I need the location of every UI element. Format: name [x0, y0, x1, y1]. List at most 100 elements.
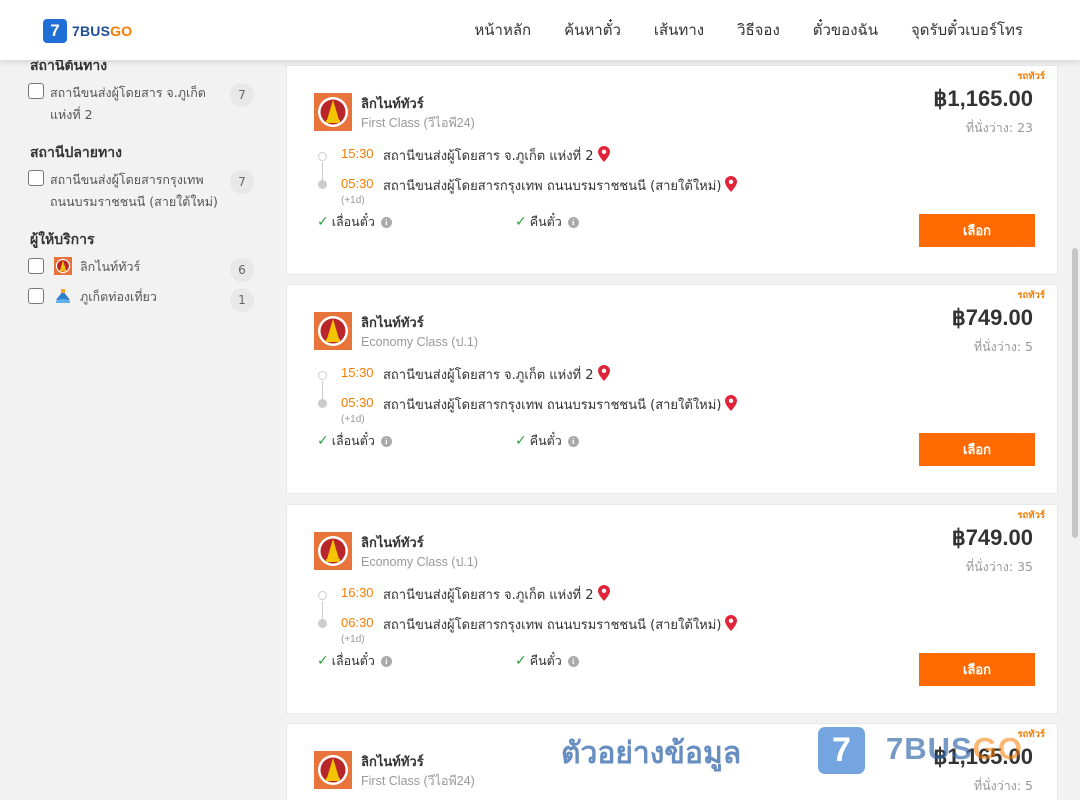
- select-trip-button[interactable]: เลือก: [919, 653, 1035, 686]
- departure-station: สถานีขนส่งผู้โดยสาร จ.ภูเก็ต แห่งที่ 2: [383, 145, 610, 166]
- info-icon[interactable]: i: [380, 655, 392, 667]
- operator-name: ลิกไนท์ทัวร์: [361, 316, 424, 331]
- refund-ticket-feature: ✓ คืนตั๋ว i: [515, 212, 579, 232]
- timeline-start-dot: [318, 591, 327, 600]
- arrival-station: สถานีขนส่งผู้โดยสารกรุงเทพ ถนนบรมราชชนนี…: [383, 614, 738, 635]
- timeline-end-dot: [318, 399, 327, 408]
- operator-name: ลิกไนท์ทัวร์: [361, 755, 424, 770]
- info-icon[interactable]: i: [567, 655, 579, 667]
- check-icon: ✓: [317, 433, 329, 449]
- check-icon: ✓: [515, 653, 527, 669]
- nav-routes[interactable]: เส้นทาง: [654, 18, 704, 42]
- operator-filter-option[interactable]: ภูเก็ตท่องเที่ยว 1: [28, 288, 254, 312]
- map-pin-icon[interactable]: [597, 585, 610, 601]
- change-ticket-feature: ✓ เลื่อนตั๋ว i: [317, 651, 392, 671]
- brand-logo-icon: 7: [43, 19, 67, 43]
- operator-filter-label: ลิกไนท์ทัวร์: [80, 259, 141, 274]
- day-offset: (+1d): [341, 634, 365, 645]
- departure-station: สถานีขนส่งผู้โดยสาร จ.ภูเก็ต แห่งที่ 2: [383, 364, 610, 385]
- check-icon: ✓: [317, 214, 329, 230]
- top-header: 7 7BUSGO หน้าหลัก ค้นหาตั๋ว เส้นทาง วิธี…: [0, 0, 1080, 60]
- lignite-tour-logo: [314, 312, 352, 350]
- arrival-time: 06:30: [341, 615, 374, 630]
- map-pin-icon[interactable]: [597, 365, 610, 381]
- origin-filter-checkbox[interactable]: [28, 83, 44, 99]
- info-icon[interactable]: i: [380, 216, 392, 228]
- operator-filter-label: ภูเก็ตท่องเที่ยว: [80, 289, 157, 304]
- trip-card: รถทัวร์ ลิกไนท์ทัวร์ First Class (วีไอพี…: [286, 65, 1058, 275]
- info-icon[interactable]: i: [567, 435, 579, 447]
- operator-filter-title: ผู้ให้บริการ: [30, 232, 95, 248]
- lignite-tour-logo: [54, 257, 72, 275]
- destination-filter-checkbox[interactable]: [28, 170, 44, 186]
- destination-filter-label: สถานีขนส่งผู้โดยสารกรุงเทพ ถนนบรมราชชนนี…: [50, 172, 218, 209]
- main-nav: หน้าหลัก ค้นหาตั๋ว เส้นทาง วิธีจอง ตั๋วข…: [474, 0, 1023, 60]
- bus-class: Economy Class (ป.1): [361, 555, 478, 569]
- select-trip-button[interactable]: เลือก: [919, 433, 1035, 466]
- day-offset: (+1d): [341, 195, 365, 206]
- seats-available: ที่นั่งว่าง: 23: [965, 120, 1033, 135]
- bus-class: First Class (วีไอพี24): [361, 774, 475, 788]
- timeline-line: [322, 162, 323, 182]
- operator-name: ลิกไนท์ทัวร์: [361, 536, 424, 551]
- brand-logo[interactable]: 7 7BUSGO: [43, 19, 132, 43]
- nav-how-to-book[interactable]: วิธีจอง: [737, 18, 780, 42]
- map-pin-icon[interactable]: [597, 146, 610, 162]
- refund-ticket-feature: ✓ คืนตั๋ว i: [515, 651, 579, 671]
- info-icon[interactable]: i: [380, 435, 392, 447]
- map-pin-icon[interactable]: [725, 395, 738, 411]
- ticket-price: ฿749.00: [951, 525, 1033, 550]
- select-trip-button[interactable]: เลือก: [919, 214, 1035, 247]
- map-pin-icon[interactable]: [725, 176, 738, 192]
- check-icon: ✓: [515, 433, 527, 449]
- timeline-line: [322, 601, 323, 621]
- trip-card: รถทัวร์ ลิกไนท์ทัวร์ Economy Class (ป.1)…: [286, 284, 1058, 494]
- bus-class: Economy Class (ป.1): [361, 335, 478, 349]
- nav-ticket-pickup-phone[interactable]: จุดรับตั๋วเบอร์โทร: [911, 18, 1023, 42]
- departure-station: สถานีขนส่งผู้โดยสาร จ.ภูเก็ต แห่งที่ 2: [383, 584, 610, 605]
- origin-filter-option[interactable]: สถานีขนส่งผู้โดยสาร จ.ภูเก็ต แห่งที่ 2 7: [28, 83, 254, 129]
- seats-available: ที่นั่งว่าง: 5: [973, 339, 1033, 354]
- bus-type-badge: รถทัวร์: [1017, 290, 1045, 301]
- timeline-end-dot: [318, 180, 327, 189]
- page-scrollbar[interactable]: [1070, 60, 1080, 800]
- change-ticket-feature: ✓ เลื่อนตั๋ว i: [317, 212, 392, 232]
- destination-filter-title: สถานีปลายทาง: [30, 145, 122, 161]
- departure-time: 16:30: [341, 585, 374, 600]
- check-icon: ✓: [317, 653, 329, 669]
- map-pin-icon[interactable]: [725, 615, 738, 631]
- timeline-line: [322, 381, 323, 401]
- nav-home[interactable]: หน้าหลัก: [474, 18, 531, 42]
- watermark-logo-icon: 7: [818, 727, 865, 774]
- timeline-start-dot: [318, 371, 327, 380]
- info-icon[interactable]: i: [567, 216, 579, 228]
- sample-data-watermark: ตัวอย่างข้อมูล: [561, 736, 742, 771]
- origin-filter-count: 7: [230, 83, 254, 107]
- nav-search-ticket[interactable]: ค้นหาตั๋ว: [564, 18, 621, 42]
- destination-filter-option[interactable]: สถานีขนส่งผู้โดยสารกรุงเทพ ถนนบรมราชชนนี…: [28, 170, 254, 216]
- arrival-time: 05:30: [341, 395, 374, 410]
- lignite-tour-logo: [314, 532, 352, 570]
- timeline-end-dot: [318, 619, 327, 628]
- lignite-tour-logo: [314, 93, 352, 131]
- timeline-start-dot: [318, 152, 327, 161]
- origin-filter-label: สถานีขนส่งผู้โดยสาร จ.ภูเก็ต แห่งที่ 2: [50, 85, 206, 122]
- seats-available: ที่นั่งว่าง: 5: [973, 778, 1033, 793]
- watermark-brand: 7BUSGO: [886, 731, 1023, 766]
- lignite-tour-logo: [314, 751, 352, 789]
- destination-filter-count: 7: [230, 170, 254, 194]
- change-ticket-feature: ✓ เลื่อนตั๋ว i: [317, 431, 392, 451]
- operator-filter-option[interactable]: ลิกไนท์ทัวร์ 6: [28, 257, 254, 282]
- arrival-station: สถานีขนส่งผู้โดยสารกรุงเทพ ถนนบรมราชชนนี…: [383, 394, 738, 415]
- operator-name: ลิกไนท์ทัวร์: [361, 97, 424, 112]
- phuket-tour-logo: [56, 289, 70, 303]
- trip-card: รถทัวร์ ลิกไนท์ทัวร์ Economy Class (ป.1)…: [286, 504, 1058, 714]
- ticket-price: ฿749.00: [951, 305, 1033, 330]
- operator-filter-checkbox[interactable]: [28, 258, 44, 274]
- operator-filter-checkbox[interactable]: [28, 288, 44, 304]
- brand-name: 7BUSGO: [72, 23, 133, 39]
- day-offset: (+1d): [341, 414, 365, 425]
- operator-filter-count: 6: [230, 258, 254, 282]
- nav-my-tickets[interactable]: ตั๋วของฉัน: [813, 18, 878, 42]
- scrollbar-thumb[interactable]: [1072, 248, 1078, 538]
